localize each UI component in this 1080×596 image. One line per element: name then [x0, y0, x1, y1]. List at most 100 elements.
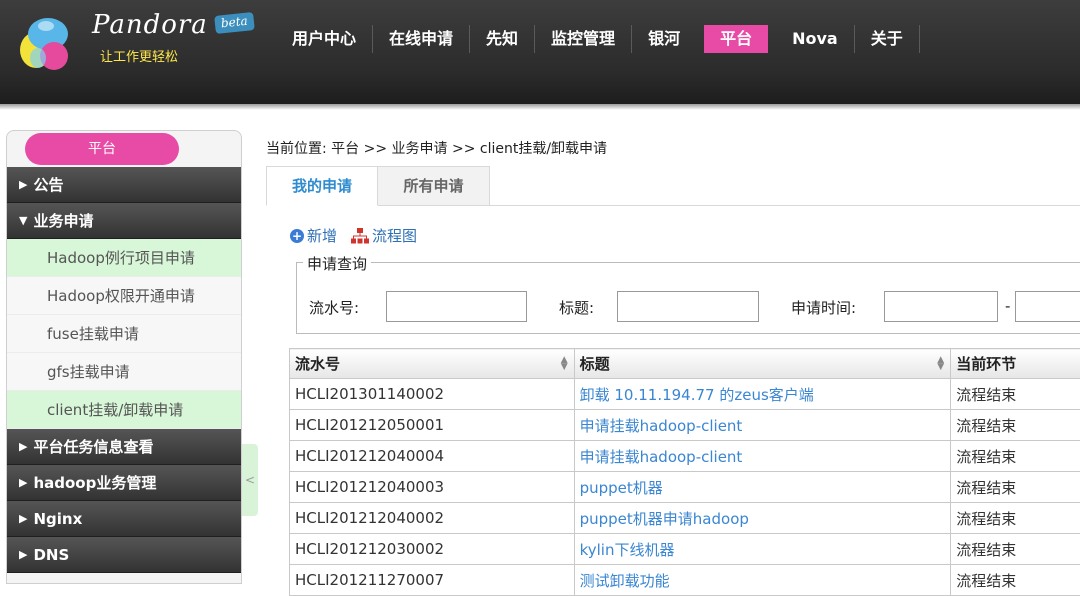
column-header-label: 当前环节 [956, 355, 1016, 373]
brand-name: Pandora [92, 10, 208, 40]
nav-item-nova[interactable]: Nova [776, 25, 855, 53]
apply-time-end-input[interactable] [1015, 291, 1080, 322]
flowchart-icon [351, 228, 369, 244]
logo[interactable]: Pandora 让工作更轻松 beta [12, 6, 262, 70]
sidebar-collapse-handle[interactable]: < [242, 444, 258, 516]
cell-title-link[interactable]: kylin下线机器 [574, 534, 951, 565]
nav-item-user-center[interactable]: 用户中心 [276, 25, 373, 53]
sidebar-item-hadoop-permission[interactable]: Hadoop权限开通申请 [7, 277, 241, 315]
sidebar-group-platform-tasks[interactable]: ▶ 平台任务信息查看 [7, 429, 241, 465]
sidebar-item-fuse-mount[interactable]: fuse挂载申请 [7, 315, 241, 353]
cell-stage: 流程结束 [951, 472, 1080, 503]
expand-arrow-icon: ▶ [19, 537, 27, 573]
sort-icon: ▲▼ [561, 357, 568, 371]
tab-bar: 我的申请 所有申请 [266, 166, 1080, 206]
sidebar-group-label: 平台任务信息查看 [33, 429, 153, 465]
table-row: HCLI201301140002 卸载 10.11.194.77 的zeus客户… [290, 379, 1080, 410]
table-row: HCLI201211270007 测试卸载功能 流程结束 [290, 565, 1080, 596]
table-row: HCLI201212030002 kylin下线机器 流程结束 [290, 534, 1080, 565]
toolbar: + 新增 流程图 [290, 225, 431, 246]
serial-input[interactable] [386, 291, 527, 322]
beta-badge: beta [214, 12, 254, 34]
query-legend: 申请查询 [303, 253, 371, 274]
sidebar-group-label: DNS [33, 537, 69, 573]
sidebar-group-label: hadoop业务管理 [33, 465, 156, 501]
table-row: HCLI201212040002 puppet机器申请hadoop 流程结束 [290, 503, 1080, 534]
title-input[interactable] [617, 291, 759, 322]
cell-title-link[interactable]: puppet机器申请hadoop [574, 503, 951, 534]
nav-item-galaxy[interactable]: 银河 [632, 25, 696, 53]
cell-serial: HCLI201212050001 [290, 410, 575, 441]
logo-bubbles-icon [16, 12, 86, 72]
main-nav: 用户中心 在线申请 先知 监控管理 银河 平台 Nova 关于 [276, 24, 920, 54]
cell-title-link[interactable]: 测试卸载功能 [574, 565, 951, 596]
column-header-title[interactable]: 标题 ▲▼ [574, 349, 951, 379]
cell-stage: 流程结束 [951, 565, 1080, 596]
cell-title-link[interactable]: 卸载 10.11.194.77 的zeus客户端 [574, 379, 951, 410]
cell-serial: HCLI201212040003 [290, 472, 575, 503]
nav-item-platform[interactable]: 平台 [704, 25, 768, 53]
sidebar-group-nginx[interactable]: ▶ Nginx [7, 501, 241, 537]
cell-title-link[interactable]: puppet机器 [574, 472, 951, 503]
cell-stage: 流程结束 [951, 441, 1080, 472]
cell-serial: HCLI201212030002 [290, 534, 575, 565]
query-fieldset: 申请查询 流水号: 标题: 申请时间: - [296, 262, 1080, 334]
tab-all-applications[interactable]: 所有申请 [378, 166, 490, 206]
cell-stage: 流程结束 [951, 534, 1080, 565]
range-separator: - [1005, 297, 1010, 315]
cell-stage: 流程结束 [951, 379, 1080, 410]
sidebar-group-hadoop-business[interactable]: ▶ hadoop业务管理 [7, 465, 241, 501]
sort-icon: ▲▼ [937, 357, 944, 371]
table-row: HCLI201212040003 puppet机器 流程结束 [290, 472, 1080, 503]
sidebar-group-announcement[interactable]: ▶ 公告 [7, 167, 241, 203]
nav-item-about[interactable]: 关于 [855, 25, 920, 53]
sidebar-group-label: 公告 [33, 167, 63, 203]
column-header-serial[interactable]: 流水号 ▲▼ [290, 349, 575, 379]
sidebar-group-label: Nginx [33, 501, 82, 537]
sidebar-group-business-apply[interactable]: ▼ 业务申请 [7, 203, 241, 239]
column-header-stage[interactable]: 当前环节 [951, 349, 1080, 379]
expand-arrow-icon: ▶ [19, 501, 27, 537]
serial-label: 流水号: [309, 297, 359, 318]
sidebar-item-hadoop-routine[interactable]: Hadoop例行项目申请 [7, 239, 241, 277]
sidebar-header: 平台 [7, 131, 241, 167]
expand-arrow-icon: ▶ [19, 429, 27, 465]
apply-time-start-input[interactable] [884, 291, 998, 322]
table-row: HCLI201212040004 申请挂载hadoop-client 流程结束 [290, 441, 1080, 472]
nav-item-prophet[interactable]: 先知 [470, 25, 535, 53]
column-header-label: 流水号 [295, 355, 340, 373]
cell-serial: HCLI201212040004 [290, 441, 575, 472]
brand-slogan: 让工作更轻松 [100, 46, 178, 65]
add-button[interactable]: + 新增 [290, 225, 337, 246]
cell-stage: 流程结束 [951, 410, 1080, 441]
top-header: Pandora 让工作更轻松 beta 用户中心 在线申请 先知 监控管理 银河… [0, 0, 1080, 104]
expand-arrow-icon: ▶ [19, 167, 27, 203]
add-label: 新增 [307, 225, 337, 246]
cell-title-link[interactable]: 申请挂载hadoop-client [574, 410, 951, 441]
collapse-arrow-icon: ▼ [19, 203, 27, 239]
sidebar-group-dns[interactable]: ▶ DNS [7, 537, 241, 573]
sidebar-title: 平台 [25, 133, 179, 165]
applications-table: 流水号 ▲▼ 标题 ▲▼ 当前环节 HCLI201301140002 卸载 10… [289, 348, 1080, 596]
table-header-row: 流水号 ▲▼ 标题 ▲▼ 当前环节 [290, 349, 1080, 379]
nav-item-online-apply[interactable]: 在线申请 [373, 25, 470, 53]
tab-my-applications[interactable]: 我的申请 [266, 166, 378, 206]
sidebar: 平台 ▶ 公告 ▼ 业务申请 Hadoop例行项目申请 Hadoop权限开通申请… [6, 130, 242, 584]
expand-arrow-icon: ▶ [19, 465, 27, 501]
apply-time-label: 申请时间: [791, 297, 856, 318]
plus-icon: + [290, 229, 304, 243]
cell-stage: 流程结束 [951, 503, 1080, 534]
sidebar-item-gfs-mount[interactable]: gfs挂载申请 [7, 353, 241, 391]
flowchart-label: 流程图 [372, 225, 417, 246]
cell-title-link[interactable]: 申请挂载hadoop-client [574, 441, 951, 472]
flowchart-button[interactable]: 流程图 [351, 225, 417, 246]
sidebar-item-client-mount[interactable]: client挂载/卸载申请 [7, 391, 241, 429]
sidebar-group-label: 业务申请 [33, 203, 93, 239]
header-shadow [0, 104, 1080, 110]
cell-serial: HCLI201301140002 [290, 379, 575, 410]
column-header-label: 标题 [580, 355, 610, 373]
title-label: 标题: [559, 297, 594, 318]
table-row: HCLI201212050001 申请挂载hadoop-client 流程结束 [290, 410, 1080, 441]
cell-serial: HCLI201211270007 [290, 565, 575, 596]
nav-item-monitor[interactable]: 监控管理 [535, 25, 632, 53]
